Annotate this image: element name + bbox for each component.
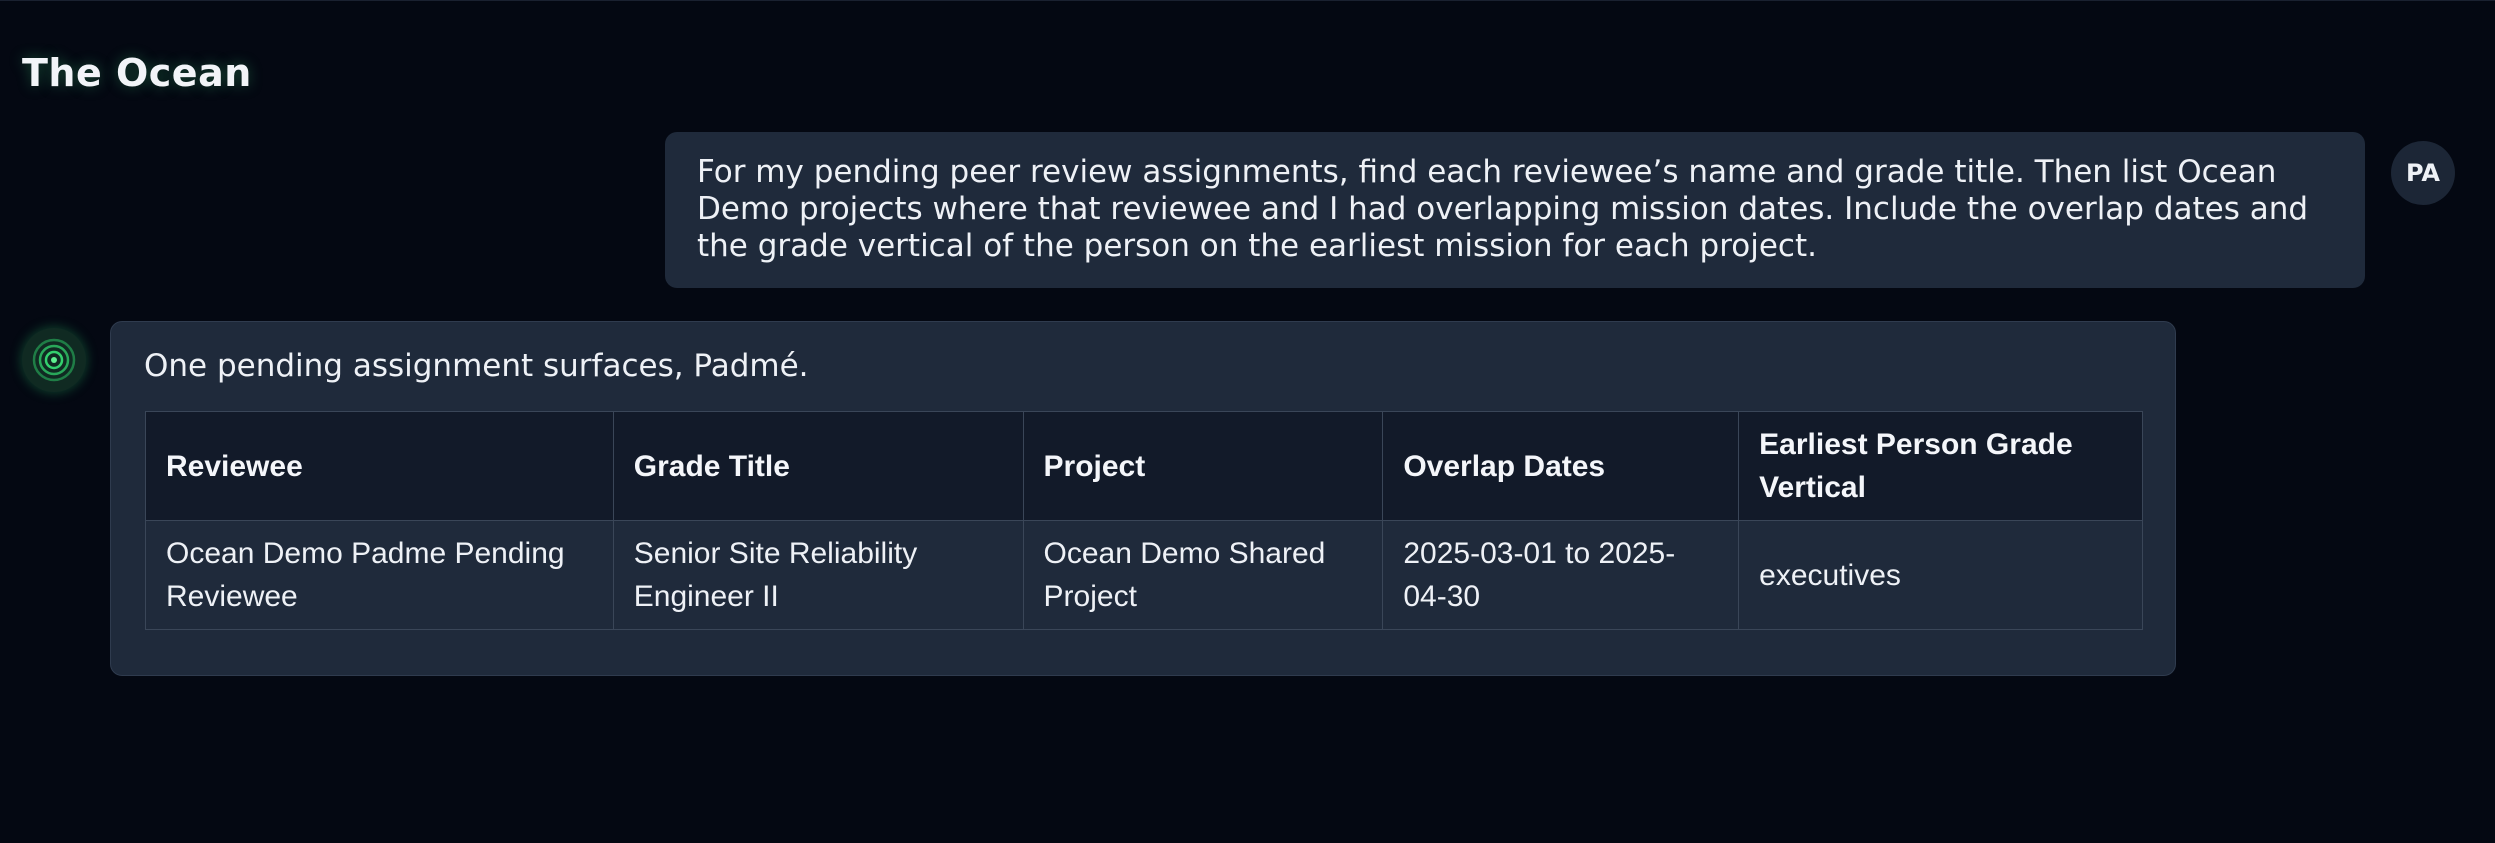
assistant-avatar — [22, 328, 86, 392]
cell-earliest-grade-vertical: executives — [1738, 520, 2143, 630]
app-title: The Ocean — [22, 51, 252, 95]
table-row: Ocean Demo Padme Pending Reviewee Senior… — [145, 520, 2143, 630]
user-message-bubble: For my pending peer review assignments, … — [665, 132, 2365, 288]
header-grade-title: Grade Title — [612, 411, 1024, 521]
cell-project: Ocean Demo Shared Project — [1022, 520, 1384, 630]
concentric-rings-icon — [32, 338, 76, 382]
assistant-message-bubble: One pending assignment surfaces, Padmé. … — [110, 321, 2176, 676]
cell-overlap-dates: 2025-03-01 to 2025-04-30 — [1382, 520, 1740, 630]
header-overlap-dates: Overlap Dates — [1382, 411, 1740, 521]
cell-reviewee: Ocean Demo Padme Pending Reviewee — [145, 520, 614, 630]
user-avatar[interactable]: PA — [2391, 141, 2455, 205]
user-message-text: For my pending peer review assignments, … — [697, 154, 2309, 264]
assistant-intro-text: One pending assignment surfaces, Padmé. — [144, 348, 809, 384]
chat-page: The Ocean For my pending peer review ass… — [0, 0, 2495, 843]
user-avatar-initials: PA — [2406, 159, 2440, 187]
header-earliest-grade-vertical: Earliest Person Grade Vertical — [1738, 411, 2143, 521]
cell-grade-title: Senior Site Reliability Engineer II — [612, 520, 1024, 630]
header-reviewee: Reviewee — [145, 411, 614, 521]
header-project: Project — [1022, 411, 1384, 521]
table-header-row: Reviewee Grade Title Project Overlap Dat… — [145, 411, 2143, 521]
results-table: Reviewee Grade Title Project Overlap Dat… — [145, 411, 2143, 630]
